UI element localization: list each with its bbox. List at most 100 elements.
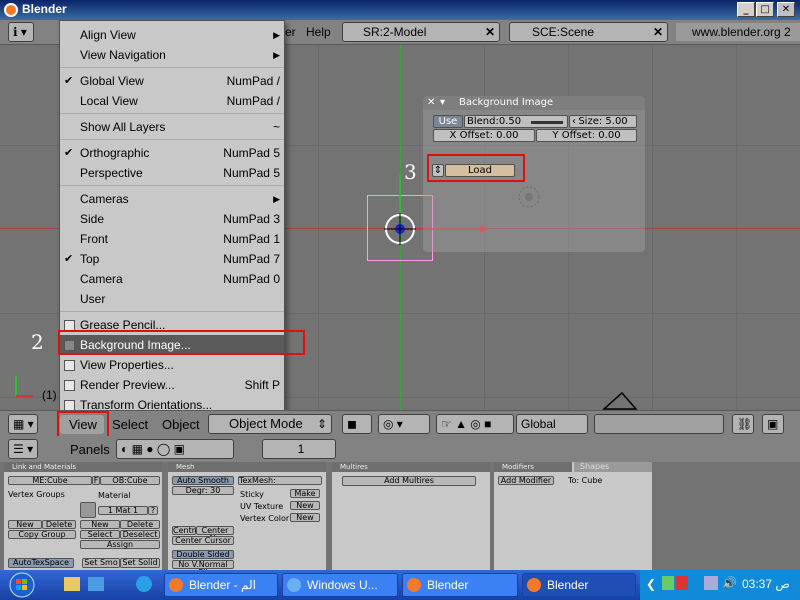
volume-icon[interactable]: 🔊 [722, 576, 737, 590]
menu-item-show-all-layers[interactable]: Show All Layers ~ [60, 117, 284, 137]
material-help-button[interactable]: ? [148, 506, 158, 515]
uv-new-button[interactable]: New [290, 501, 320, 510]
menu-help[interactable]: Help [306, 25, 331, 39]
material-new-button[interactable]: New [80, 520, 120, 529]
menu-item-global-view[interactable]: ✔ Global View NumPad / [60, 71, 284, 91]
window-titlebar[interactable]: Blender _ □ ✕ [0, 0, 800, 20]
autotexspace-toggle[interactable]: AutoTexSpace [8, 558, 74, 568]
menu-item-perspective[interactable]: Perspective NumPad 5 [60, 163, 284, 183]
buttons-editor-type[interactable]: ☰ ▾ [8, 439, 38, 459]
set-solid-button[interactable]: Set Solid [120, 558, 160, 568]
tray-expand-icon[interactable]: ❮ [646, 577, 656, 591]
blend-slider[interactable]: Blend:0.50 [464, 115, 568, 128]
close-icon[interactable]: ✕ [427, 96, 435, 110]
manipulator-buttons[interactable]: ☞ ▲ ◎ ■ [436, 414, 514, 434]
draw-type-button[interactable]: ◼ [342, 414, 372, 434]
material-assign-button[interactable]: Assign [80, 540, 160, 549]
editor-type-button[interactable]: ℹ ▾ [8, 22, 34, 42]
no-vnormal-flip-toggle[interactable]: No V.Normal Fli [172, 560, 234, 577]
frame-field[interactable]: 1 [262, 439, 336, 459]
view-menu-button[interactable]: View [60, 415, 104, 434]
task-blender-2[interactable]: Blender [522, 573, 636, 597]
scene-close-icon[interactable]: ✕ [653, 23, 663, 41]
blender-url[interactable]: www.blender.org 2 [676, 23, 800, 41]
center-new-button[interactable]: Center Ne [196, 526, 234, 543]
x-offset-field[interactable]: X Offset: 0.00 [433, 129, 535, 142]
set-smooth-button[interactable]: Set Smo [82, 558, 120, 568]
add-modifier-button[interactable]: Add Modifier [498, 476, 554, 485]
quicklaunch-icon[interactable] [88, 577, 104, 591]
menu-item-align-view[interactable]: Align View ▶ [60, 25, 284, 45]
context-buttons[interactable]: ◐ ▦ ● ◯ ▣ [116, 439, 234, 459]
network-icon[interactable] [704, 576, 718, 590]
menu-render-fragment[interactable]: er [285, 25, 296, 39]
browser-icon[interactable] [136, 576, 152, 592]
size-field[interactable]: ‹ Size: 5.00 [569, 115, 637, 128]
mode-selector[interactable]: Object Mode ⇕ [208, 414, 332, 434]
select-menu[interactable]: Select [112, 417, 148, 432]
vgroup-new-button[interactable]: New [8, 520, 42, 529]
center-cursor-button[interactable]: Center Cursor [172, 536, 234, 545]
fake-user-button[interactable]: F [92, 476, 100, 485]
mesh-name-field[interactable]: ME:Cube [8, 476, 92, 485]
menu-item-camera[interactable]: Camera NumPad 0 [60, 269, 284, 289]
menu-item-orthographic[interactable]: ✔ Orthographic NumPad 5 [60, 143, 284, 163]
add-multires-button[interactable]: Add Multires [342, 476, 476, 486]
material-delete-button[interactable]: Delete [120, 520, 160, 529]
screen-close-icon[interactable]: ✕ [485, 23, 495, 41]
image-browse-button[interactable]: ⇕ [432, 164, 444, 177]
centre-button[interactable]: Centre [172, 526, 200, 535]
task-windows-update[interactable]: Windows U... [282, 573, 398, 597]
double-sided-toggle[interactable]: Double Sided [172, 550, 234, 559]
orientation-selector[interactable]: Global [516, 414, 588, 434]
degr-field[interactable]: Degr: 30 [172, 486, 234, 495]
y-offset-field[interactable]: Y Offset: 0.00 [536, 129, 637, 142]
scene-selector[interactable]: SCE:Scene ✕ [509, 22, 668, 42]
clock[interactable]: ص 03:37 [742, 577, 790, 591]
menu-item-view-navigation[interactable]: View Navigation ▶ [60, 45, 284, 65]
collapse-icon[interactable]: ▾ [440, 96, 445, 110]
task-blender-1[interactable]: Blender [402, 573, 518, 597]
material-select-button[interactable]: Select [80, 530, 120, 539]
auto-smooth-toggle[interactable]: Auto Smooth [172, 476, 234, 485]
menu-item-label: Render Preview... [80, 378, 175, 392]
view-editor-type-button[interactable]: ▦ ▾ [8, 414, 38, 434]
start-button-icon[interactable] [2, 571, 42, 599]
load-button[interactable]: Load [445, 164, 515, 177]
minimize-button[interactable]: _ [737, 2, 755, 17]
screen-selector[interactable]: SR:2-Model ✕ [342, 22, 500, 42]
menu-item-cameras[interactable]: Cameras ▶ [60, 189, 284, 209]
maximize-button[interactable]: □ [756, 2, 774, 17]
pivot-button[interactable]: ◎ ▾ [378, 414, 430, 434]
menu-item-user[interactable]: User [60, 289, 284, 309]
keyboard-icon[interactable] [662, 576, 674, 590]
bg-panel-header[interactable]: ✕ ▾ Background Image [423, 96, 645, 110]
copy-group-button[interactable]: Copy Group [8, 530, 76, 539]
object-menu[interactable]: Object [162, 417, 200, 432]
antivirus-icon[interactable] [676, 576, 688, 590]
vcol-new-button[interactable]: New [290, 513, 320, 522]
texmesh-field[interactable]: TexMesh: [238, 476, 322, 485]
menu-item-front[interactable]: Front NumPad 1 [60, 229, 284, 249]
object-name-field[interactable]: OB:Cube [100, 476, 160, 485]
link-icon[interactable]: ⛓ [732, 414, 754, 434]
sticky-make-button[interactable]: Make [290, 489, 320, 498]
render-icon[interactable]: ▣ [762, 414, 784, 434]
use-toggle[interactable]: Use [433, 115, 463, 128]
menu-item-view-properties[interactable]: View Properties... [60, 355, 284, 375]
axis-gizmo-icon [15, 376, 34, 397]
layer-buttons[interactable] [594, 414, 724, 434]
menu-item-local-view[interactable]: Local View NumPad / [60, 91, 284, 111]
shapes-tab[interactable]: Shapes [574, 462, 652, 472]
menu-item-render-preview[interactable]: Render Preview... Shift P [60, 375, 284, 395]
close-button[interactable]: ✕ [777, 2, 795, 17]
camera-icon[interactable] [600, 389, 640, 410]
show-desktop-icon[interactable] [64, 577, 80, 591]
vgroup-delete-button[interactable]: Delete [42, 520, 76, 529]
menu-item-top[interactable]: ✔ Top NumPad 7 [60, 249, 284, 269]
menu-item-side[interactable]: Side NumPad 3 [60, 209, 284, 229]
material-slot-field[interactable]: 1 Mat 1 [98, 506, 148, 515]
material-deselect-button[interactable]: Deselect [120, 530, 160, 539]
modifiers-tab[interactable]: Modifiers [494, 462, 572, 472]
task-blender-arabic[interactable]: Blender - الم [164, 573, 278, 597]
